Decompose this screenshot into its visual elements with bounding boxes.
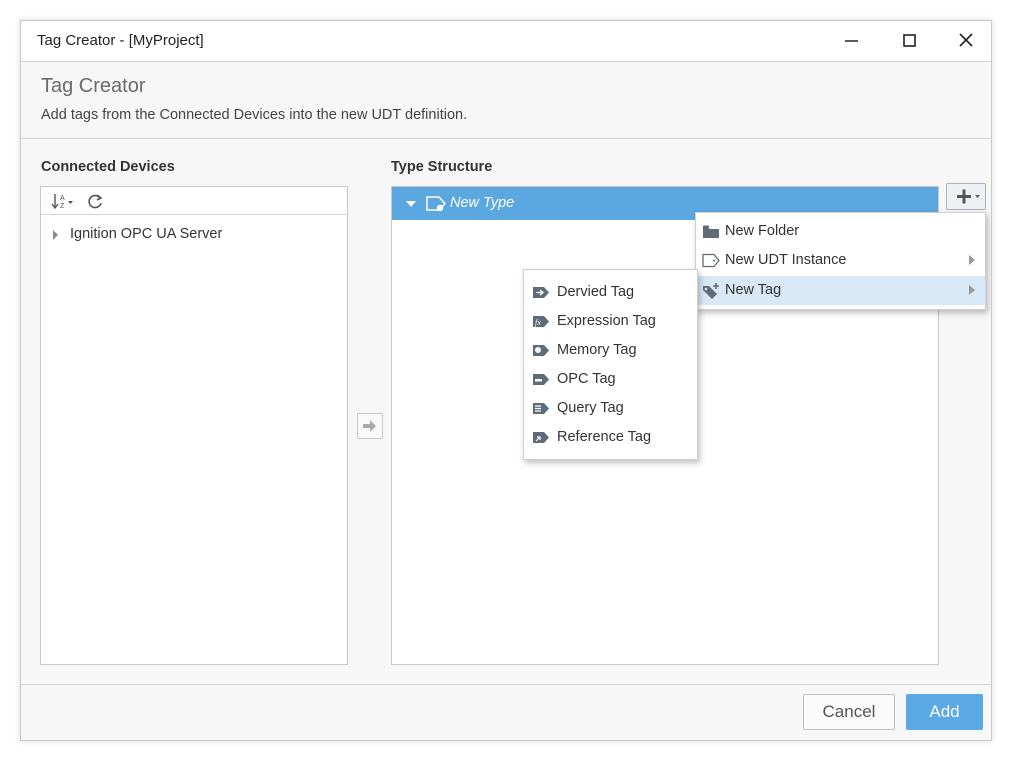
query-tag-icon xyxy=(533,403,549,414)
menu-item-new-tag[interactable]: New Tag xyxy=(696,276,985,305)
menu-item-label: Reference Tag xyxy=(557,429,652,445)
menu-item-reference-tag[interactable]: Reference Tag xyxy=(524,423,697,452)
close-icon xyxy=(959,33,973,47)
tag-creator-dialog: Tag Creator - [MyProject] Tag Creator Ad… xyxy=(20,20,992,741)
move-to-type-button[interactable] xyxy=(357,413,383,439)
expand-arrow-icon[interactable] xyxy=(51,229,59,241)
menu-item-label: New Folder xyxy=(725,223,800,239)
maximize-icon xyxy=(903,34,916,47)
close-button[interactable] xyxy=(952,29,980,53)
connected-devices-panel: A Z Ignition OPC UA Server xyxy=(40,186,348,665)
header-divider xyxy=(21,138,991,139)
svg-text:A: A xyxy=(60,195,65,202)
derived-tag-icon xyxy=(533,287,549,298)
submenu-arrow-icon xyxy=(969,285,975,295)
menu-item-label: New Tag xyxy=(725,282,782,298)
memory-tag-icon xyxy=(533,345,549,356)
plus-icon xyxy=(957,189,980,204)
add-button[interactable]: Add xyxy=(906,694,983,730)
connected-devices-label: Connected Devices xyxy=(41,159,175,175)
menu-item-label: Memory Tag xyxy=(557,342,637,358)
menu-item-query-tag[interactable]: Query Tag xyxy=(524,394,697,423)
menu-item-label: New UDT Instance xyxy=(725,252,847,268)
udt-definition-icon xyxy=(426,196,447,212)
dialog-heading: Tag Creator xyxy=(41,75,146,97)
expression-tag-icon: fx xyxy=(533,316,549,327)
menu-item-label: Query Tag xyxy=(557,400,624,416)
tree-item-label: New Type xyxy=(450,195,515,211)
maximize-button[interactable] xyxy=(895,29,923,53)
menu-item-memory-tag[interactable]: Memory Tag xyxy=(524,336,697,365)
menu-item-new-folder[interactable]: New Folder xyxy=(696,217,985,246)
minimize-icon xyxy=(845,40,858,42)
svg-text:Z: Z xyxy=(60,203,65,210)
menu-item-label: Expression Tag xyxy=(557,313,656,329)
menu-item-derived-tag[interactable]: Dervied Tag xyxy=(524,278,697,307)
udt-instance-icon xyxy=(702,253,720,268)
refresh-icon[interactable] xyxy=(86,192,104,210)
type-structure-label: Type Structure xyxy=(391,159,493,175)
menu-item-label: OPC Tag xyxy=(557,371,616,387)
reference-tag-icon xyxy=(533,432,549,443)
add-node-menu: New Folder New UDT Instance New Tag xyxy=(695,212,986,310)
new-tag-submenu: Dervied Tag fx Expression Tag Memory Tag… xyxy=(523,269,698,460)
arrow-right-icon xyxy=(363,420,376,432)
connected-devices-toolbar: A Z xyxy=(41,187,347,215)
submenu-arrow-icon xyxy=(969,255,975,265)
footer-divider xyxy=(21,684,991,685)
tag-add-icon xyxy=(703,283,719,299)
menu-item-new-udt-instance[interactable]: New UDT Instance xyxy=(696,246,985,275)
opc-tag-icon xyxy=(533,374,549,385)
folder-icon xyxy=(703,225,719,238)
menu-item-label: Dervied Tag xyxy=(557,284,635,300)
menu-item-expression-tag[interactable]: fx Expression Tag xyxy=(524,307,697,336)
sort-icon[interactable]: A Z xyxy=(51,192,75,210)
add-node-button[interactable] xyxy=(946,183,986,210)
title-bar: Tag Creator - [MyProject] xyxy=(21,21,991,62)
collapse-arrow-icon[interactable] xyxy=(405,200,417,208)
menu-item-opc-tag[interactable]: OPC Tag xyxy=(524,365,697,394)
cancel-button[interactable]: Cancel xyxy=(803,694,895,730)
window-title: Tag Creator - [MyProject] xyxy=(37,32,204,49)
dialog-description: Add tags from the Connected Devices into… xyxy=(41,107,468,123)
svg-text:fx: fx xyxy=(535,318,541,327)
minimize-button[interactable] xyxy=(837,29,865,53)
tree-item-label: Ignition OPC UA Server xyxy=(70,226,223,242)
